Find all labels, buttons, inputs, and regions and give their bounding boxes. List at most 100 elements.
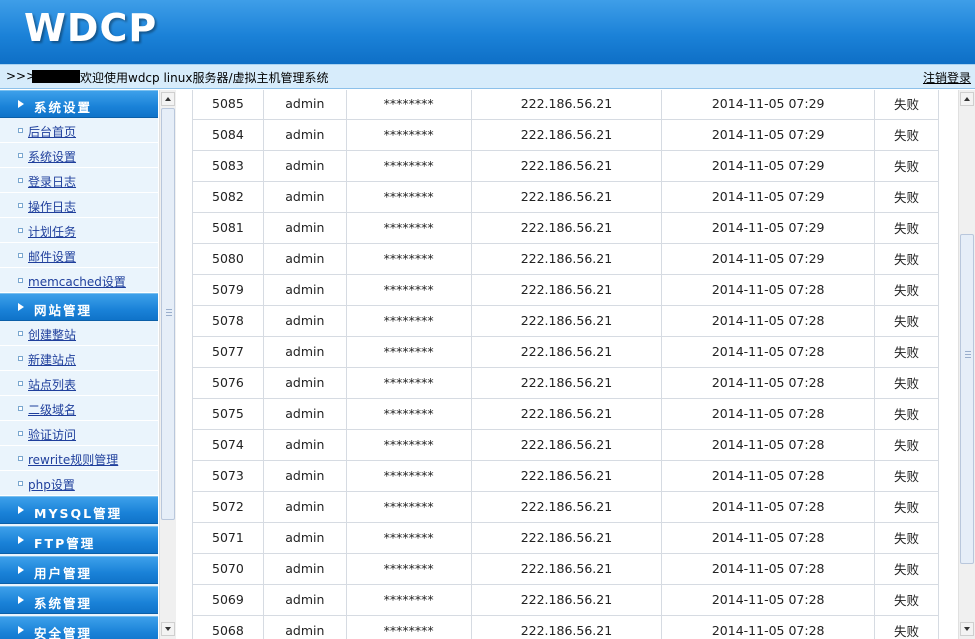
scroll-up-icon[interactable] (161, 92, 175, 106)
log-id-cell: 5073 (192, 459, 264, 492)
scroll-down-icon[interactable] (161, 622, 175, 636)
sidebar-group-label: MYSQL管理 (34, 506, 123, 521)
log-password-cell: ******** (345, 242, 472, 275)
square-bullet-icon (18, 406, 23, 411)
wdcp-logo: WDCP (24, 6, 158, 50)
sidebar-item-system-settings[interactable]: 系统设置 (0, 143, 158, 168)
scroll-thumb[interactable] (960, 234, 974, 564)
scroll-down-icon[interactable] (960, 622, 974, 636)
sidebar-item-subdomain[interactable]: 二级域名 (0, 396, 158, 421)
sidebar-group-system-management[interactable]: 系统管理 (0, 586, 158, 614)
log-ip-cell: 222.186.56.21 (470, 397, 663, 430)
scroll-up-icon[interactable] (960, 92, 974, 106)
sidebar-item-label: 新建站点 (28, 353, 77, 367)
log-user-cell: admin (262, 180, 347, 213)
table-row: 5076 admin ******** 222.186.56.21 2014-11-05… (192, 366, 939, 399)
sidebar-item-scheduled-tasks[interactable]: 计划任务 (0, 218, 158, 243)
log-password-cell: ******** (345, 149, 472, 182)
sidebar-item-operation-log[interactable]: 操作日志 (0, 193, 158, 218)
log-user-cell: admin (262, 304, 347, 337)
scroll-thumb[interactable] (161, 108, 175, 520)
log-user-cell: admin (262, 459, 347, 492)
log-password-cell: ******** (345, 366, 472, 399)
log-ip-cell: 222.186.56.21 (470, 118, 663, 151)
log-password-cell: ******** (345, 552, 472, 585)
log-password-cell: ******** (345, 521, 472, 554)
log-status-cell: 失败 (874, 273, 939, 306)
sidebar-item-auth-access[interactable]: 验证访问 (0, 421, 158, 446)
table-row: 5077 admin ******** 222.186.56.21 2014-11-05… (192, 335, 939, 368)
log-status-cell: 失败 (874, 397, 939, 430)
log-status-cell: 失败 (874, 428, 939, 461)
sidebar-item-memcached[interactable]: memcached设置 (0, 268, 158, 293)
log-time-cell: 2014-11-05 07:29 (661, 242, 876, 275)
logout-link[interactable]: 注销登录 (923, 69, 971, 86)
log-user-cell: admin (262, 335, 347, 368)
square-bullet-icon (18, 153, 23, 158)
sidebar-item-new-site[interactable]: 新建站点 (0, 346, 158, 371)
sidebar-group-users[interactable]: 用户管理 (0, 556, 158, 584)
log-password-cell: ******** (345, 428, 472, 461)
log-ip-cell: 222.186.56.21 (470, 366, 663, 399)
log-status-cell: 失败 (874, 366, 939, 399)
sidebar-item-login-log[interactable]: 登录日志 (0, 168, 158, 193)
log-status-cell: 失败 (874, 242, 939, 275)
sidebar-group-label: 系统管理 (34, 596, 93, 611)
log-user-cell: admin (262, 149, 347, 182)
log-password-cell: ******** (345, 397, 472, 430)
sidebar-group-system-settings[interactable]: 系统设置 (0, 90, 158, 118)
table-row: 5084 admin ******** 222.186.56.21 2014-11-05… (192, 118, 939, 151)
log-id-cell: 5077 (192, 335, 264, 368)
sidebar-item-label: 计划任务 (28, 225, 77, 239)
log-user-cell: admin (262, 428, 347, 461)
square-bullet-icon (18, 481, 23, 486)
table-row: 5074 admin ******** 222.186.56.21 2014-11-05… (192, 428, 939, 461)
log-time-cell: 2014-11-05 07:28 (661, 614, 876, 639)
log-status-cell: 失败 (874, 335, 939, 368)
square-bullet-icon (18, 381, 23, 386)
triangle-right-icon (18, 536, 24, 544)
log-user-cell: admin (262, 552, 347, 585)
log-status-cell: 失败 (874, 149, 939, 182)
sidebar-group-site-management[interactable]: 网站管理 (0, 293, 158, 321)
sidebar-item-php-settings[interactable]: php设置 (0, 471, 158, 496)
sidebar-item-rewrite-rules[interactable]: rewrite规则管理 (0, 446, 158, 471)
log-user-cell: admin (262, 366, 347, 399)
table-row: 5082 admin ******** 222.186.56.21 2014-11-05… (192, 180, 939, 213)
log-ip-cell: 222.186.56.21 (470, 242, 663, 275)
log-status-cell: 失败 (874, 304, 939, 337)
sidebar-scrollbar[interactable] (159, 90, 176, 639)
log-time-cell: 2014-11-05 07:28 (661, 552, 876, 585)
log-password-cell: ******** (345, 273, 472, 306)
sidebar-item-site-list[interactable]: 站点列表 (0, 371, 158, 396)
log-time-cell: 2014-11-05 07:28 (661, 490, 876, 523)
log-time-cell: 2014-11-05 07:28 (661, 583, 876, 616)
triangle-right-icon (18, 506, 24, 514)
triangle-right-icon (18, 566, 24, 574)
log-id-cell: 5082 (192, 180, 264, 213)
sidebar-item-mail-settings[interactable]: 邮件设置 (0, 243, 158, 268)
sidebar-item-label: 后台首页 (28, 125, 77, 139)
sidebar-group-mysql[interactable]: MYSQL管理 (0, 496, 158, 524)
log-status-cell: 失败 (874, 552, 939, 585)
table-row: 5072 admin ******** 222.186.56.21 2014-11-05… (192, 490, 939, 523)
sidebar-group-ftp[interactable]: FTP管理 (0, 526, 158, 554)
square-bullet-icon (18, 253, 23, 258)
log-user-cell: admin (262, 242, 347, 275)
log-ip-cell: 222.186.56.21 (470, 521, 663, 554)
log-time-cell: 2014-11-05 07:28 (661, 304, 876, 337)
log-time-cell: 2014-11-05 07:28 (661, 397, 876, 430)
content-scrollbar[interactable] (958, 90, 975, 639)
sidebar-item-create-full-site[interactable]: 创建整站 (0, 321, 158, 346)
log-time-cell: 2014-11-05 07:28 (661, 366, 876, 399)
sidebar-item-home[interactable]: 后台首页 (0, 118, 158, 143)
log-status-cell: 失败 (874, 118, 939, 151)
table-row: 5083 admin ******** 222.186.56.21 2014-11-05… (192, 149, 939, 182)
log-password-cell: ******** (345, 335, 472, 368)
log-id-cell: 5076 (192, 366, 264, 399)
sidebar-group-security[interactable]: 安全管理 (0, 616, 158, 639)
log-id-cell: 5072 (192, 490, 264, 523)
log-id-cell: 5078 (192, 304, 264, 337)
log-status-cell: 失败 (874, 490, 939, 523)
triangle-right-icon (18, 100, 24, 108)
